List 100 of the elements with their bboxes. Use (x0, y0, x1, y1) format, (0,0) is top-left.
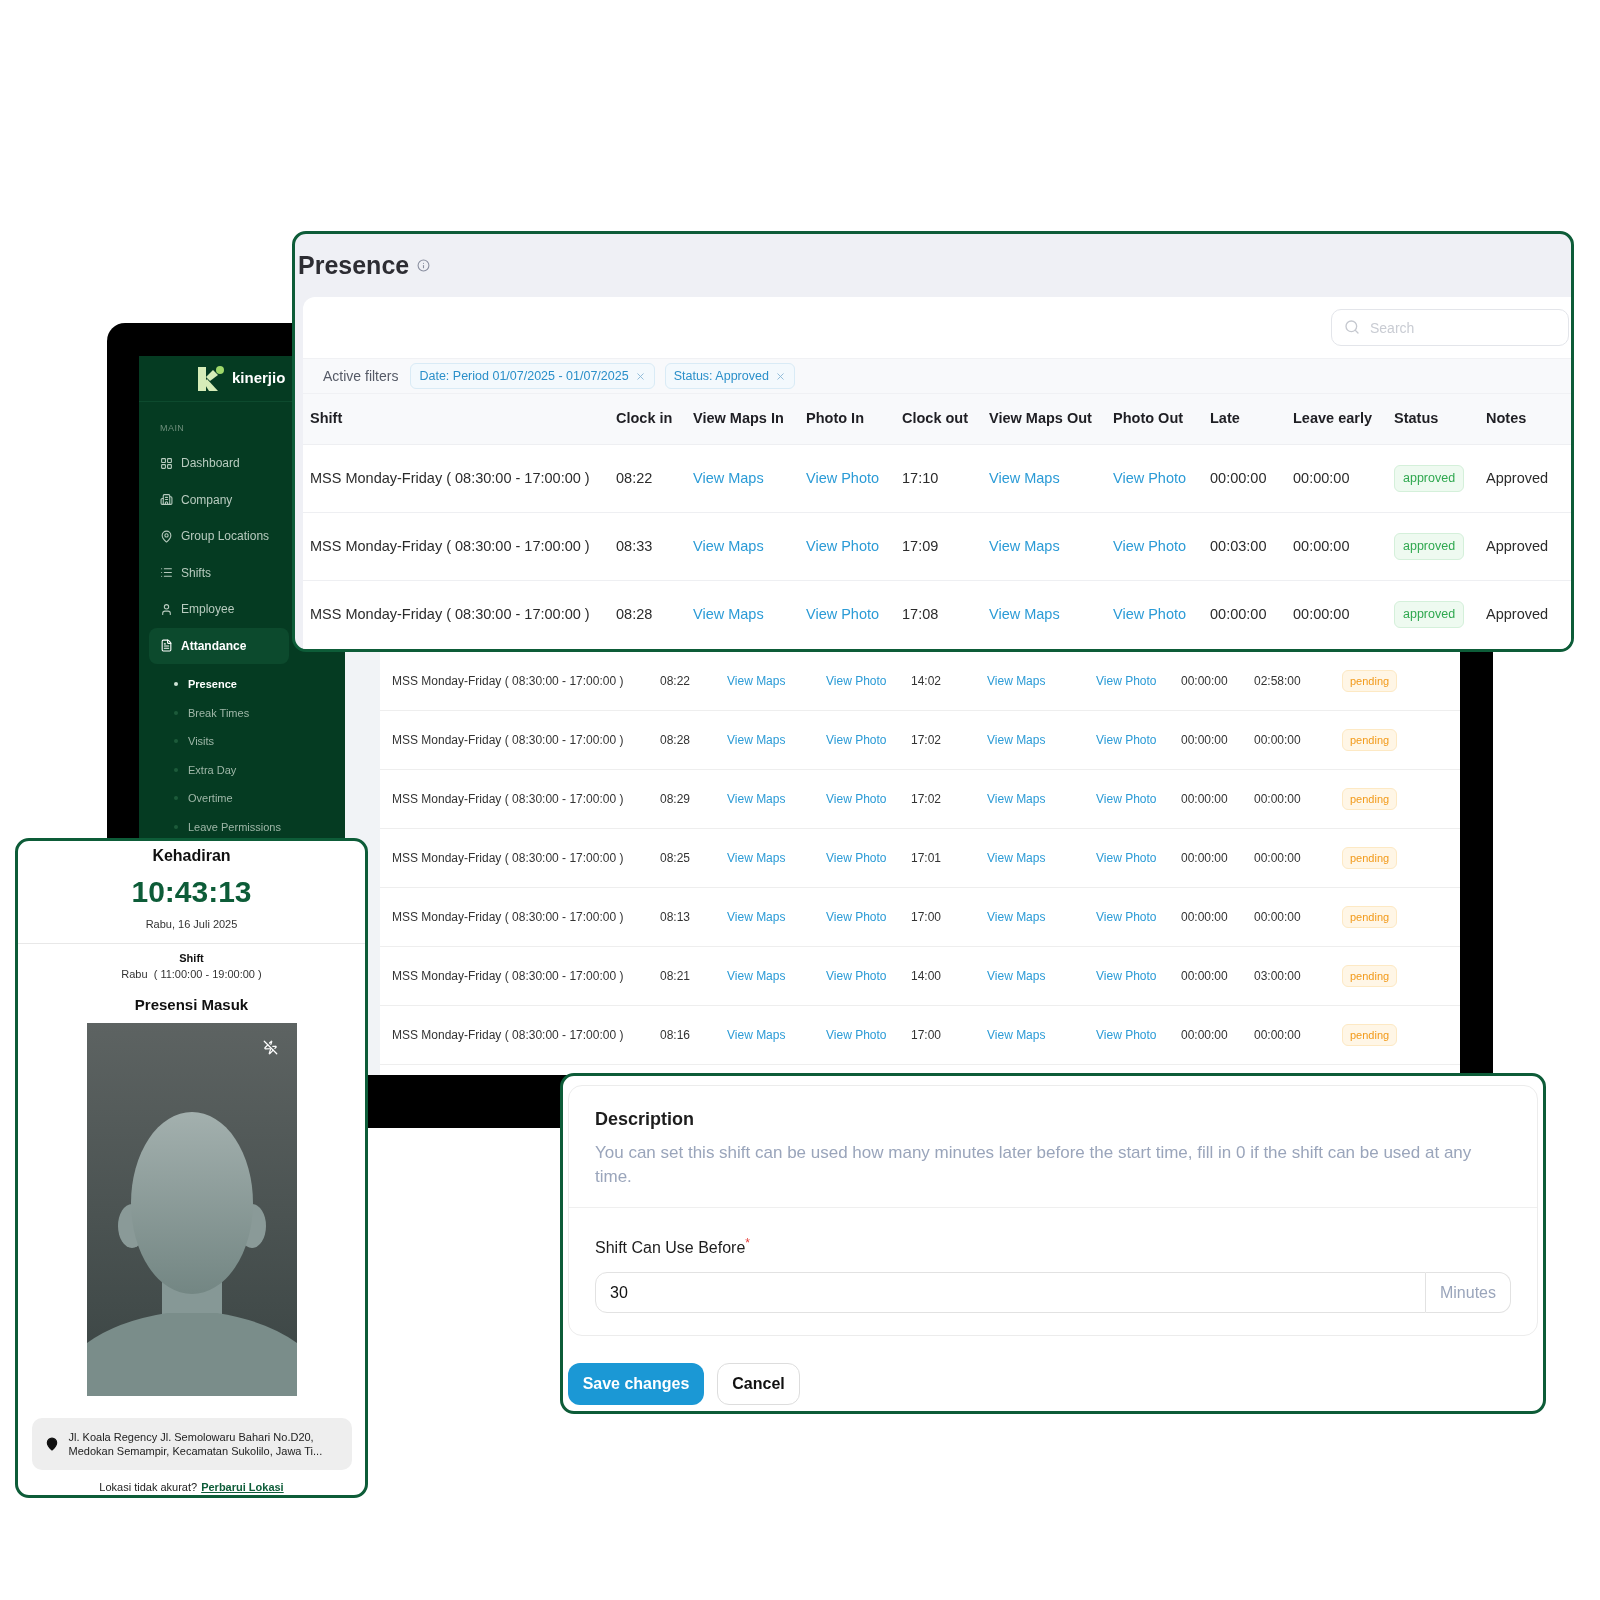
cancel-button[interactable]: Cancel (717, 1363, 800, 1405)
photo-link[interactable]: View Photo (826, 1026, 887, 1044)
filter-chip[interactable]: Date: Period 01/07/2025 - 01/07/2025 (410, 363, 655, 389)
sidebar-item[interactable]: Company (149, 481, 289, 518)
flash-off-icon[interactable] (262, 1040, 278, 1055)
maps-link[interactable]: View Maps (727, 672, 786, 690)
location-prompt: Lokasi tidak akurat? (99, 1479, 198, 1495)
table-cell-text: 08:29 (660, 791, 691, 808)
shift-hours: Rabu ( 11:00:00 - 19:00:00 ) (121, 967, 262, 982)
photo-link[interactable]: View Photo (826, 967, 887, 985)
close-icon[interactable] (634, 370, 646, 382)
minutes-field[interactable]: 30 (595, 1272, 1426, 1313)
sidebar-subitem[interactable]: Presence (139, 670, 345, 699)
photo-link[interactable]: View Photo (1113, 467, 1187, 490)
sidebar-item[interactable]: Group Locations (149, 518, 289, 555)
maps-link[interactable]: View Maps (693, 535, 764, 558)
column-header: Clock out (902, 409, 969, 429)
save-button[interactable]: Save changes (568, 1363, 704, 1405)
bullet-icon (174, 682, 178, 687)
sidebar-subitem[interactable]: Leave Permissions (139, 812, 345, 841)
sidebar-item[interactable]: Shifts (149, 554, 289, 591)
maps-link[interactable]: View Maps (987, 908, 1046, 926)
photo-link[interactable]: View Photo (1096, 672, 1157, 690)
clock-time: 10:43:13 (131, 874, 252, 910)
maps-link[interactable]: View Maps (989, 467, 1060, 490)
status-badge: pending (1342, 728, 1398, 752)
column-header: View Maps Out (989, 409, 1092, 429)
table-cell-text: 17:00 (911, 909, 942, 926)
table-cell-text: 17:01 (911, 850, 942, 867)
status-badge: approved (1394, 465, 1465, 492)
table-cell-text: 00:00:00 (1181, 850, 1228, 867)
table-cell-text: 00:00:00 (1181, 909, 1228, 926)
maps-link[interactable]: View Maps (987, 967, 1046, 985)
sidebar-subitem[interactable]: Extra Day (139, 755, 345, 784)
photo-link[interactable]: View Photo (806, 535, 880, 558)
date-text: Rabu, 16 Juli 2025 (145, 917, 238, 932)
photo-link[interactable]: View Photo (826, 790, 887, 808)
table-cell-text: MSS Monday-Friday ( 08:30:00 - 17:00:00 ) (310, 536, 590, 556)
photo-link[interactable]: View Photo (1096, 967, 1157, 985)
sidebar-subitem[interactable]: Break Times (139, 698, 345, 727)
unit-label: Minutes (1425, 1272, 1511, 1313)
sidebar-subitem[interactable]: Visits (139, 727, 345, 756)
table-cell-text: 14:00 (911, 968, 942, 985)
table-cell-text: MSS Monday-Friday ( 08:30:00 - 17:00:00 ) (392, 909, 624, 926)
photo-link[interactable]: View Photo (1096, 908, 1157, 926)
table-cell-text: 08:22 (660, 673, 691, 690)
info-icon[interactable] (417, 259, 431, 272)
photo-link[interactable]: View Photo (806, 467, 880, 490)
photo-link[interactable]: View Photo (1096, 849, 1157, 867)
table-cell-text: 17:10 (902, 468, 939, 488)
sidebar-item[interactable]: Employee (149, 591, 289, 628)
maps-link[interactable]: View Maps (727, 849, 786, 867)
maps-link[interactable]: View Maps (727, 731, 786, 749)
maps-link[interactable]: View Maps (989, 535, 1060, 558)
required-mark: * (745, 1236, 750, 1250)
column-header: Leave early (1293, 409, 1372, 429)
column-header: Clock in (616, 409, 673, 429)
maps-link[interactable]: View Maps (987, 672, 1046, 690)
photo-link[interactable]: View Photo (826, 731, 887, 749)
section-title: Presensi Masuk (134, 994, 249, 1015)
table-cell-text: 08:13 (660, 909, 691, 926)
table-cell-text: 00:00:00 (1293, 536, 1350, 556)
sidebar-item[interactable]: Dashboard (149, 445, 289, 482)
photo-link[interactable]: View Photo (1113, 603, 1187, 626)
maps-link[interactable]: View Maps (727, 967, 786, 985)
maps-link[interactable]: View Maps (693, 603, 764, 626)
table-cell-text: MSS Monday-Friday ( 08:30:00 - 17:00:00 ) (392, 673, 624, 690)
maps-link[interactable]: View Maps (987, 1026, 1046, 1044)
maps-link[interactable]: View Maps (693, 467, 764, 490)
photo-link[interactable]: View Photo (1113, 535, 1187, 558)
grid-icon (160, 456, 173, 470)
photo-link[interactable]: View Photo (1096, 731, 1157, 749)
photo-link[interactable]: View Photo (806, 603, 880, 626)
update-location-link[interactable]: Perbarui Lokasi (201, 1478, 284, 1495)
maps-link[interactable]: View Maps (987, 731, 1046, 749)
sidebar-subitem[interactable]: Overtime (139, 784, 345, 813)
maps-link[interactable]: View Maps (727, 908, 786, 926)
photo-link[interactable]: View Photo (1096, 790, 1157, 808)
photo-link[interactable]: View Photo (826, 908, 887, 926)
sidebar-item[interactable]: Attandance (149, 627, 289, 664)
shift-label: Shift (179, 950, 204, 966)
photo-link[interactable]: View Photo (1096, 1026, 1157, 1044)
table-cell-text: 00:00:00 (1254, 791, 1301, 808)
status-badge: pending (1342, 964, 1398, 988)
maps-link[interactable]: View Maps (987, 849, 1046, 867)
filter-chip[interactable]: Status: Approved (664, 363, 795, 389)
logo-icon (196, 364, 226, 393)
table-cell-text: 00:00:00 (1254, 909, 1301, 926)
maps-link[interactable]: View Maps (987, 790, 1046, 808)
map-pin-icon (160, 529, 173, 543)
photo-link[interactable]: View Photo (826, 672, 887, 690)
maps-link[interactable]: View Maps (727, 1026, 786, 1044)
column-header: View Maps In (693, 409, 784, 429)
maps-link[interactable]: View Maps (727, 790, 786, 808)
close-icon[interactable] (774, 370, 786, 382)
maps-link[interactable]: View Maps (989, 603, 1060, 626)
logo-text: kinerjio (232, 368, 286, 389)
table-cell-text: 03:00:00 (1254, 968, 1301, 985)
photo-link[interactable]: View Photo (826, 849, 887, 867)
status-badge: approved (1394, 601, 1465, 628)
